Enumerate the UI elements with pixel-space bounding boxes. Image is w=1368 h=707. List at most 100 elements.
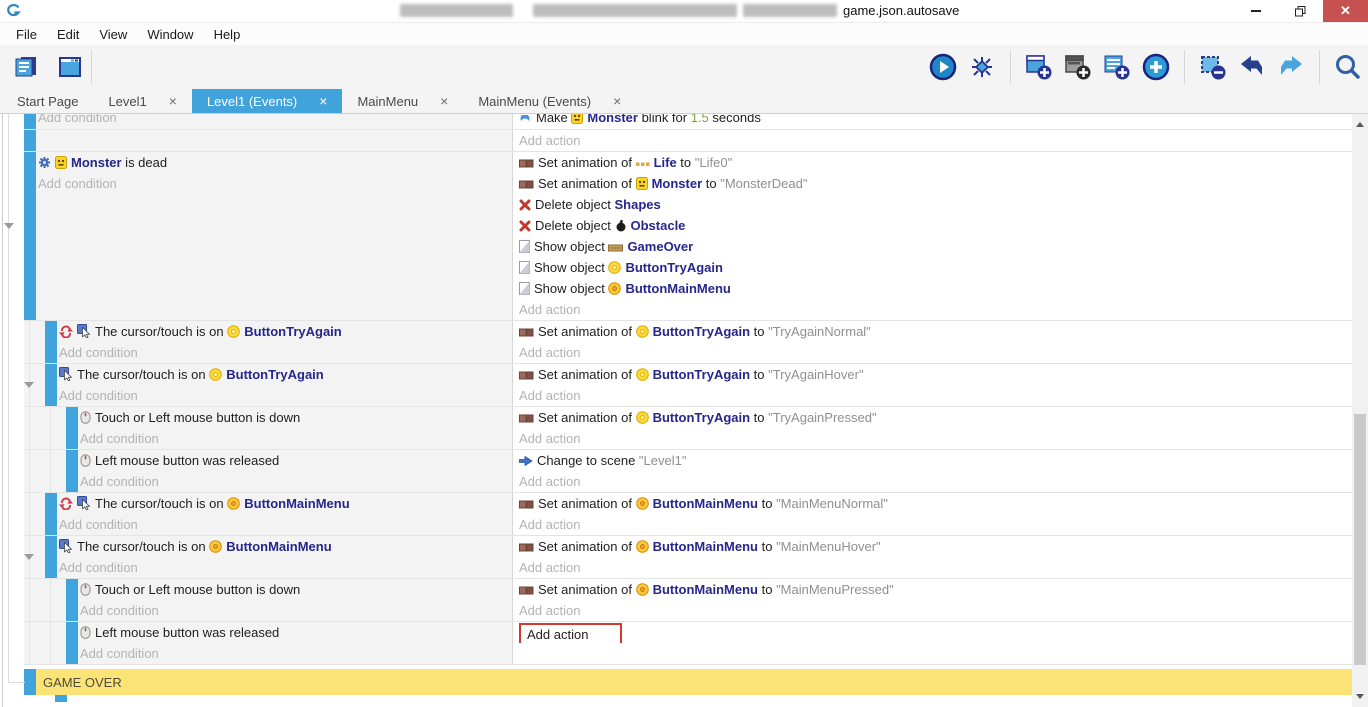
event-selection-bar[interactable]: [66, 579, 78, 621]
event-selection-bar[interactable]: [45, 364, 57, 406]
add-action-link[interactable]: Add action: [519, 514, 1352, 535]
add-subevent-button[interactable]: [1062, 50, 1094, 84]
event-selection-bar[interactable]: [24, 152, 36, 320]
scrollbar-thumb[interactable]: [1354, 414, 1366, 665]
action-line[interactable]: Change to scene "Level1": [519, 450, 1352, 471]
condition-line[interactable]: The cursor/touch is on ButtonTryAgain: [59, 321, 512, 342]
condition-line[interactable]: Touch or Left mouse button is down: [80, 407, 512, 428]
actions-cell: Change to scene "Level1"Add action: [512, 450, 1352, 492]
scene-window-button[interactable]: [54, 50, 86, 84]
remove-selection-button[interactable]: [1197, 50, 1229, 84]
action-line[interactable]: Set animation of ButtonTryAgain to "TryA…: [519, 321, 1352, 342]
add-action-link[interactable]: Add action: [519, 299, 1352, 320]
menu-window[interactable]: Window: [137, 27, 203, 42]
tab-start-page[interactable]: Start Page: [2, 89, 93, 113]
menu-view[interactable]: View: [89, 27, 137, 42]
action-line[interactable]: Set animation of ButtonMainMenu to "Main…: [519, 579, 1352, 600]
play-button[interactable]: [927, 50, 959, 84]
action-line[interactable]: Set animation of ButtonMainMenu to "Main…: [519, 493, 1352, 514]
tab-close-icon[interactable]: ×: [319, 94, 327, 108]
action-line[interactable]: Show object ButtonMainMenu: [519, 278, 1352, 299]
scroll-down-arrow-icon[interactable]: [1356, 694, 1364, 699]
event-selection-bar[interactable]: [66, 450, 78, 492]
action-line[interactable]: Delete object Obstacle: [519, 215, 1352, 236]
parameter-value: "MonsterDead": [720, 176, 807, 191]
collapse-arrow-icon[interactable]: [4, 223, 14, 229]
add-condition-link[interactable]: Add condition: [80, 643, 512, 664]
collapse-arrow-icon[interactable]: [24, 554, 34, 560]
condition-line[interactable]: Touch or Left mouse button is down: [80, 579, 512, 600]
add-action-link[interactable]: Add action: [519, 130, 1352, 151]
condition-line[interactable]: Left mouse button was released: [80, 622, 512, 643]
actions-cell: Set animation of ButtonMainMenu to "Main…: [512, 579, 1352, 621]
add-action-link[interactable]: Add action: [519, 471, 1352, 492]
event-selection-bar[interactable]: [24, 114, 36, 129]
tab-mainmenu[interactable]: MainMenu×: [342, 89, 463, 113]
action-line[interactable]: Show object GameOver: [519, 236, 1352, 257]
scroll-up-arrow-icon[interactable]: [1356, 122, 1364, 127]
redo-button[interactable]: [1275, 50, 1307, 84]
menu-edit[interactable]: Edit: [47, 27, 89, 42]
gear-icon: [38, 154, 51, 173]
restore-button[interactable]: [1278, 0, 1323, 22]
add-condition-link[interactable]: Add condition: [59, 514, 512, 535]
collapse-arrow-icon[interactable]: [24, 382, 34, 388]
add-condition-link[interactable]: Add condition: [38, 173, 512, 194]
add-condition-link[interactable]: Add condition: [80, 428, 512, 449]
event-selection-bar[interactable]: [66, 407, 78, 449]
conditions-cell: The cursor/touch is on ButtonTryAgainAdd…: [24, 321, 512, 363]
tab-close-icon[interactable]: ×: [440, 94, 448, 108]
event-selection-bar[interactable]: [45, 493, 57, 535]
condition-line[interactable]: The cursor/touch is on ButtonMainMenu: [59, 493, 512, 514]
comment-row[interactable]: GAME OVER: [24, 669, 1352, 695]
action-line[interactable]: Set animation of ButtonMainMenu to "Main…: [519, 536, 1352, 557]
add-circle-button[interactable]: [1140, 50, 1172, 84]
menu-help[interactable]: Help: [204, 27, 251, 42]
search-button[interactable]: [1332, 50, 1364, 84]
tab-mainmenu-events[interactable]: MainMenu (Events)×: [463, 89, 636, 113]
action-line[interactable]: Set animation of Monster to "MonsterDead…: [519, 173, 1352, 194]
action-line[interactable]: Set animation of ButtonTryAgain to "TryA…: [519, 364, 1352, 385]
action-line[interactable]: Delete object Shapes: [519, 194, 1352, 215]
add-condition-link[interactable]: Add condition: [59, 557, 512, 578]
add-condition-link[interactable]: Add condition: [38, 114, 512, 128]
gdevelop-logo-icon: [6, 3, 21, 20]
add-condition-link[interactable]: Add condition: [59, 342, 512, 363]
close-button[interactable]: ✕: [1323, 0, 1368, 22]
event-selection-bar[interactable]: [45, 321, 57, 363]
action-line[interactable]: Set animation of Life to "Life0": [519, 152, 1352, 173]
condition-line[interactable]: Left mouse button was released: [80, 450, 512, 471]
tab-level1[interactable]: Level1×: [93, 89, 192, 113]
object-name: ButtonTryAgain: [244, 324, 342, 339]
menu-file[interactable]: File: [6, 27, 47, 42]
add-comment-button[interactable]: [1101, 50, 1133, 84]
add-action-link[interactable]: Add action: [519, 428, 1352, 449]
event-selection-bar[interactable]: [66, 622, 78, 664]
action-line[interactable]: Set animation of ButtonTryAgain to "TryA…: [519, 407, 1352, 428]
minimize-button[interactable]: [1233, 0, 1278, 22]
event-selection-bar[interactable]: [24, 669, 36, 695]
add-action-highlighted[interactable]: Add action: [519, 623, 622, 643]
condition-line[interactable]: The cursor/touch is on ButtonTryAgain: [59, 364, 512, 385]
add-action-link[interactable]: Add action: [519, 342, 1352, 363]
action-line[interactable]: Show object ButtonTryAgain: [519, 257, 1352, 278]
event-selection-bar[interactable]: [24, 130, 36, 151]
add-condition-link[interactable]: Add condition: [80, 471, 512, 492]
add-condition-link[interactable]: Add condition: [59, 385, 512, 406]
project-manager-button[interactable]: [10, 50, 42, 84]
condition-line[interactable]: Monster is dead: [38, 152, 512, 173]
add-action-link[interactable]: Add action: [519, 385, 1352, 406]
tab-close-icon[interactable]: ×: [169, 94, 177, 108]
event-selection-bar[interactable]: [55, 695, 67, 702]
tab-close-icon[interactable]: ×: [613, 94, 621, 108]
add-condition-link[interactable]: Add condition: [80, 600, 512, 621]
tab-level1-events[interactable]: Level1 (Events)×: [192, 89, 343, 113]
debug-button[interactable]: [966, 50, 998, 84]
event-selection-bar[interactable]: [45, 536, 57, 578]
condition-line[interactable]: The cursor/touch is on ButtonMainMenu: [59, 536, 512, 557]
add-action-link[interactable]: Add action: [519, 600, 1352, 621]
add-event-button[interactable]: [1023, 50, 1055, 84]
undo-button[interactable]: [1236, 50, 1268, 84]
action-line[interactable]: Make Monster blink for 1.5 seconds: [519, 114, 1352, 128]
add-action-link[interactable]: Add action: [519, 557, 1352, 578]
